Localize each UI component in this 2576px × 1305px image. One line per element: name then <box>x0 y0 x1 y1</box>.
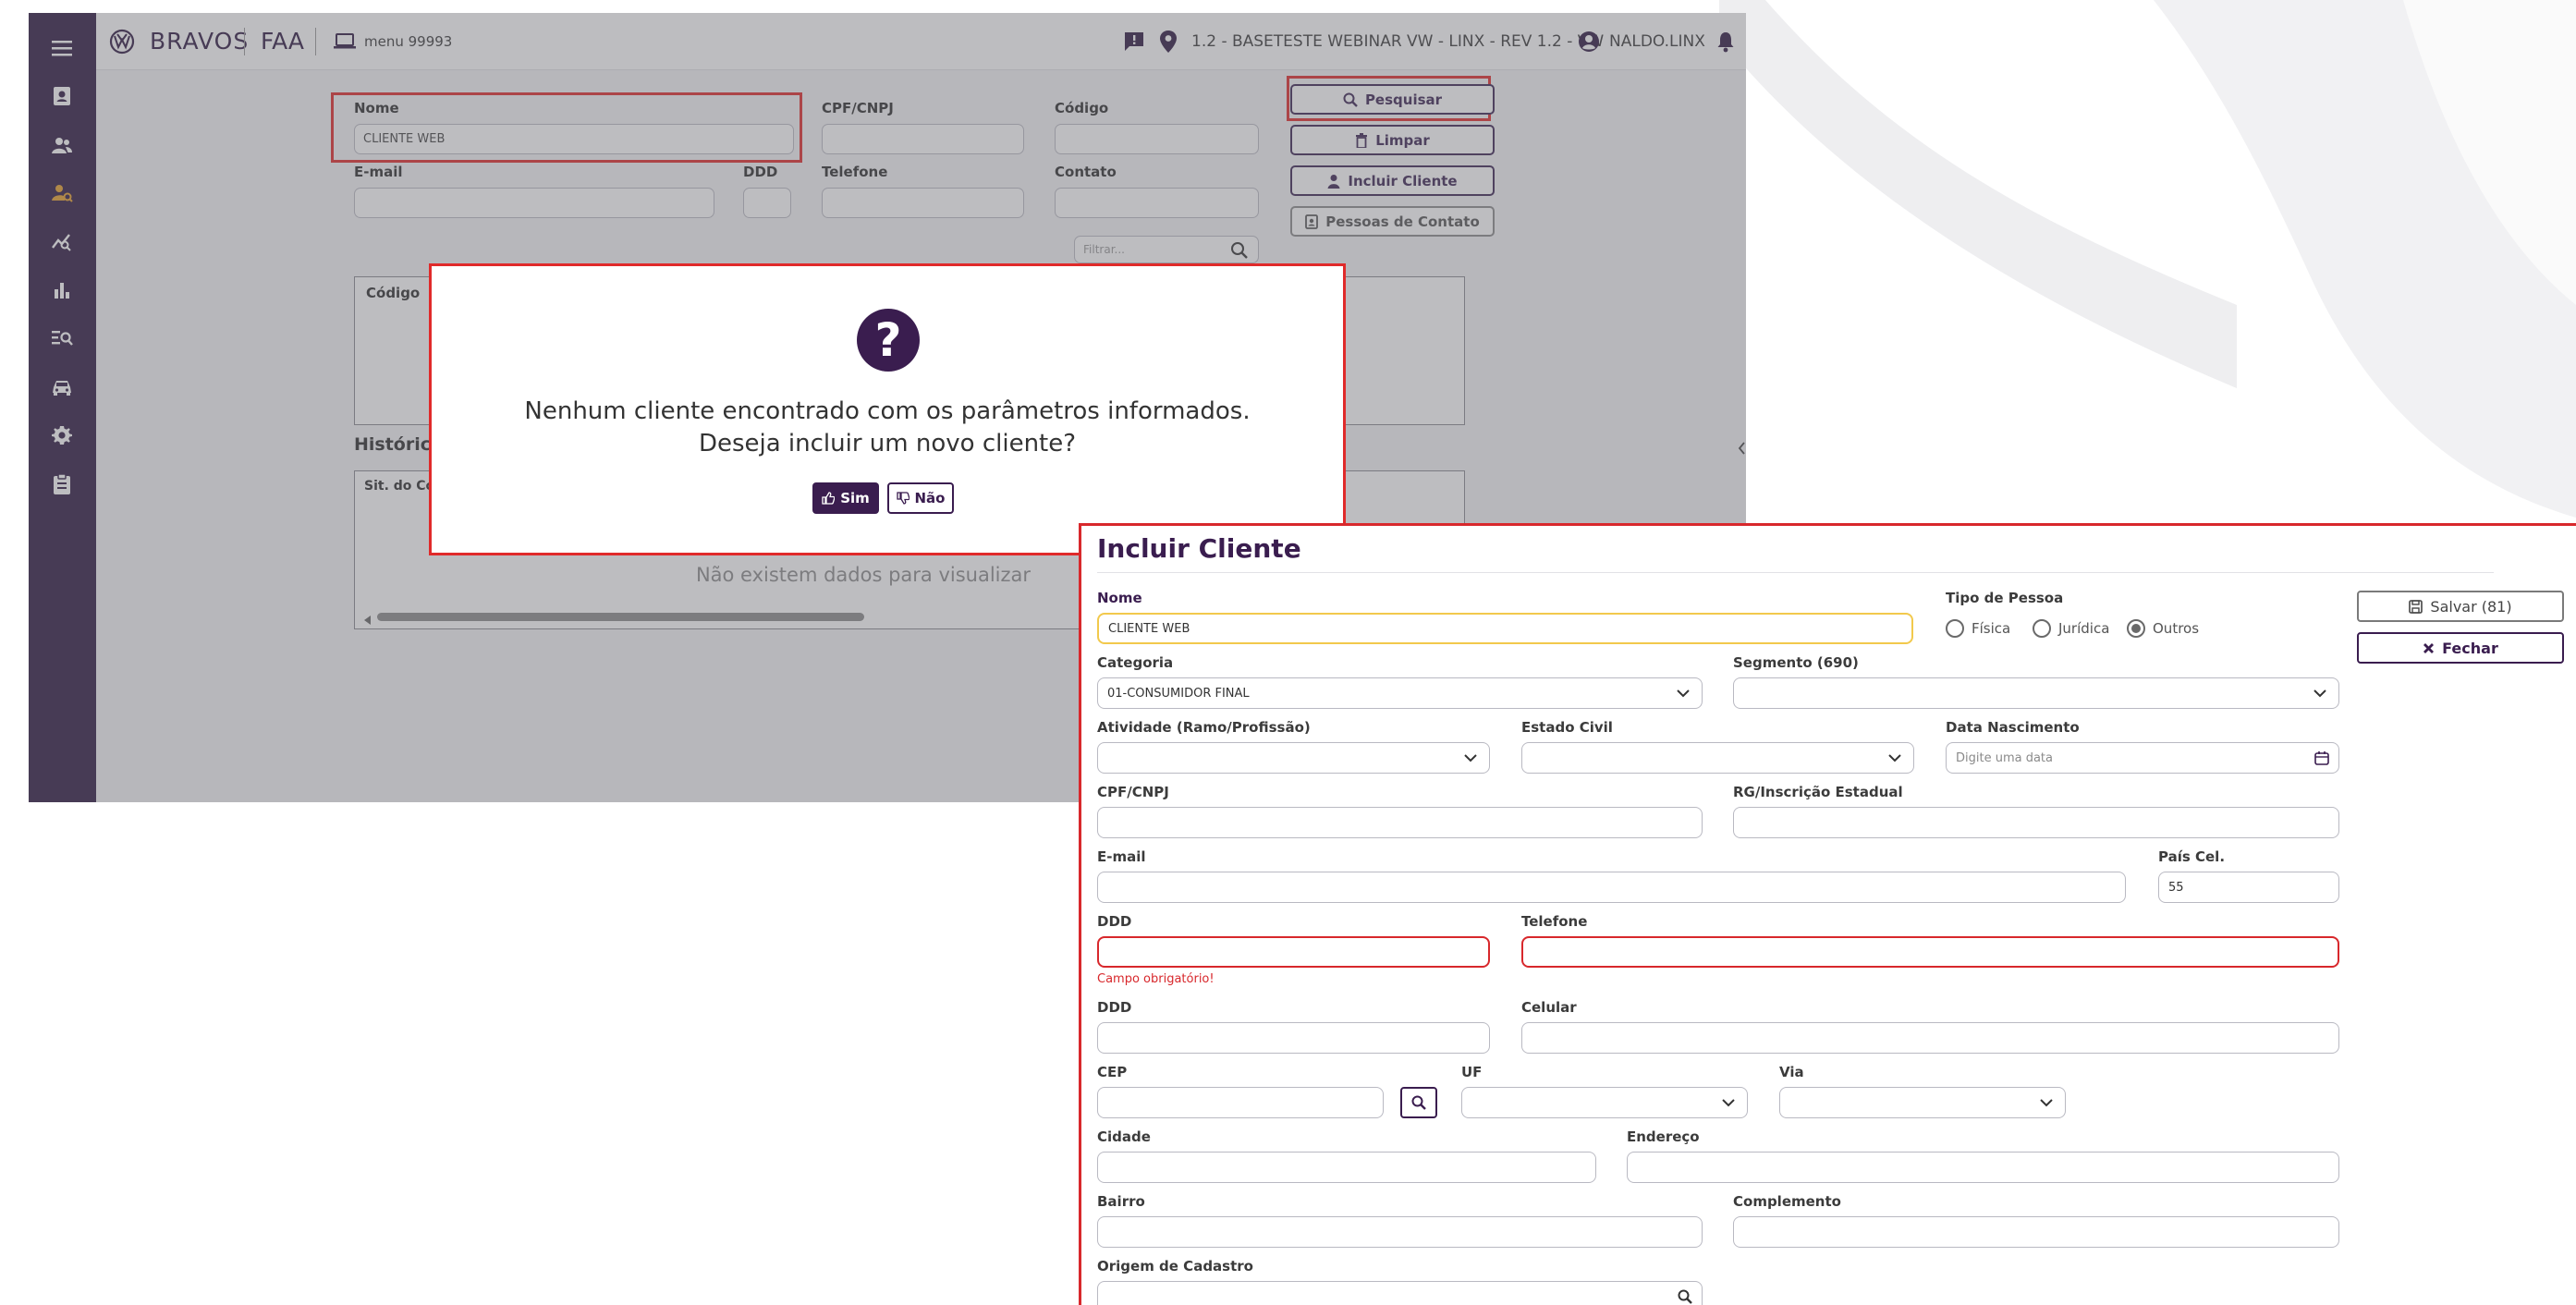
endereco-input[interactable] <box>1627 1152 2339 1183</box>
celular-label: Celular <box>1521 999 1577 1016</box>
telefone-label: Telefone <box>1521 913 1588 930</box>
chevron-down-icon <box>2314 689 2326 698</box>
via-label: Via <box>1779 1064 1804 1080</box>
nome-input[interactable]: CLIENTE WEB <box>1097 613 1913 644</box>
cidade-label: Cidade <box>1097 1128 1151 1145</box>
required-message: Campo obrigatório! <box>1097 972 1215 986</box>
categoria-label: Categoria <box>1097 654 1174 671</box>
chevron-down-icon <box>1677 689 1690 698</box>
save-icon <box>2409 599 2423 614</box>
endereco-label: Endereço <box>1627 1128 1700 1145</box>
celular-input[interactable] <box>1521 1022 2339 1054</box>
via-select[interactable] <box>1779 1087 2066 1118</box>
confirm-dialog: ? Nenhum cliente encontrado com os parâm… <box>429 263 1346 555</box>
salvar-label: Salvar (81) <box>2430 597 2512 616</box>
radio-fisica[interactable]: Física <box>1946 619 2010 638</box>
search-icon[interactable] <box>1678 1289 1692 1304</box>
question-icon: ? <box>857 309 920 372</box>
fechar-label: Fechar <box>2442 639 2498 657</box>
cep-input[interactable] <box>1097 1087 1384 1118</box>
radio-juridica-label: Jurídica <box>2058 620 2110 637</box>
estado-civil-select[interactable] <box>1521 742 1914 774</box>
chevron-down-icon <box>1722 1099 1735 1107</box>
origem-label: Origem de Cadastro <box>1097 1258 1253 1275</box>
radio-circle <box>2033 619 2051 638</box>
ddd-label: DDD <box>1097 913 1132 930</box>
calendar-icon[interactable] <box>2314 750 2329 765</box>
confirm-line-2: Deseja incluir um novo cliente? <box>698 430 1077 457</box>
pais-cel-input[interactable]: 55 <box>2158 872 2339 903</box>
sim-button[interactable]: Sim <box>812 482 879 514</box>
atividade-select[interactable] <box>1097 742 1490 774</box>
ddd-celular-label: DDD <box>1097 999 1132 1016</box>
cep-label: CEP <box>1097 1064 1128 1080</box>
uf-select[interactable] <box>1461 1087 1748 1118</box>
atividade-label: Atividade (Ramo/Profissão) <box>1097 719 1311 736</box>
segmento-select[interactable] <box>1733 677 2339 709</box>
chevron-down-icon <box>1464 754 1477 762</box>
email-input[interactable] <box>1097 872 2126 903</box>
email-label: E-mail <box>1097 848 1146 865</box>
cidade-input[interactable] <box>1097 1152 1596 1183</box>
nao-button[interactable]: Não <box>887 482 954 514</box>
rg-label: RG/Inscrição Estadual <box>1733 784 1903 800</box>
form-title: Incluir Cliente <box>1097 533 1301 564</box>
segmento-label: Segmento (690) <box>1733 654 1859 671</box>
confirm-line-1: Nenhum cliente encontrado com os parâmet… <box>524 397 1251 425</box>
origem-input[interactable] <box>1097 1281 1703 1305</box>
ddd-input[interactable] <box>1097 936 1490 968</box>
rg-input[interactable] <box>1733 807 2339 838</box>
cpf-label: CPF/CNPJ <box>1097 784 1169 800</box>
thumbs-up-icon <box>822 492 836 505</box>
bairro-input[interactable] <box>1097 1216 1703 1248</box>
categoria-select[interactable]: 01-CONSUMIDOR FINAL <box>1097 677 1703 709</box>
telefone-input[interactable] <box>1521 936 2339 968</box>
thumbs-down-icon <box>896 492 910 505</box>
estado-civil-label: Estado Civil <box>1521 719 1613 736</box>
data-nascimento-label: Data Nascimento <box>1946 719 2080 736</box>
nao-label: Não <box>914 490 946 506</box>
radio-circle <box>1946 619 1964 638</box>
uf-label: UF <box>1461 1064 1483 1080</box>
tipo-pessoa-label: Tipo de Pessoa <box>1946 590 2064 606</box>
incluir-cliente-form: Incluir Cliente Nome CLIENTE WEB Tipo de… <box>1079 523 2576 1305</box>
data-nascimento-placeholder: Digite uma data <box>1956 750 2053 765</box>
radio-juridica[interactable]: Jurídica <box>2033 619 2109 638</box>
data-nascimento-input[interactable]: Digite uma data <box>1946 742 2339 774</box>
search-icon <box>1411 1095 1426 1110</box>
radio-outros-label: Outros <box>2153 620 2200 637</box>
radio-fisica-label: Física <box>1972 620 2011 637</box>
complemento-input[interactable] <box>1733 1216 2339 1248</box>
fechar-button[interactable]: Fechar <box>2357 632 2564 664</box>
salvar-button[interactable]: Salvar (81) <box>2357 591 2564 622</box>
cpf-input[interactable] <box>1097 807 1703 838</box>
confirm-message: Nenhum cliente encontrado com os parâmet… <box>432 396 1343 460</box>
chevron-down-icon <box>1888 754 1901 762</box>
divider <box>1097 572 2494 573</box>
nome-label: Nome <box>1097 590 1142 606</box>
radio-circle-selected <box>2127 619 2145 638</box>
radio-outros[interactable]: Outros <box>2127 619 2199 638</box>
complemento-label: Complemento <box>1733 1193 1841 1210</box>
cep-search-button[interactable] <box>1400 1087 1437 1118</box>
chevron-down-icon <box>2040 1099 2053 1107</box>
pais-cel-label: País Cel. <box>2158 848 2226 865</box>
bairro-label: Bairro <box>1097 1193 1145 1210</box>
ddd-celular-input[interactable] <box>1097 1022 1490 1054</box>
sim-label: Sim <box>840 490 870 506</box>
close-icon <box>2423 642 2435 653</box>
categoria-value: 01-CONSUMIDOR FINAL <box>1107 686 1250 701</box>
